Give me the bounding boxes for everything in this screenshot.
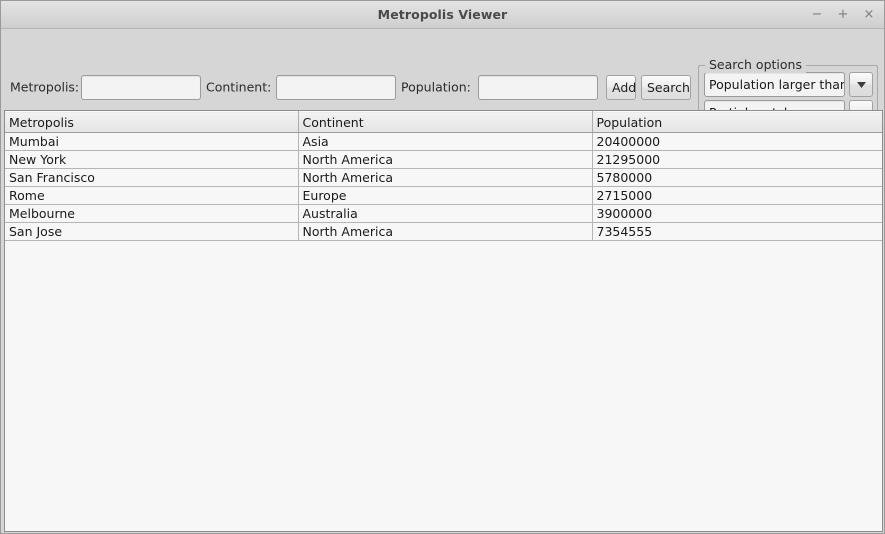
table-cell[interactable]: San Jose	[5, 222, 299, 241]
entry-form-bar: Metropolis: Continent: Population: Add S…	[1, 29, 884, 127]
close-button[interactable]: ×	[862, 7, 876, 23]
table-row[interactable]: Rome Europe 2715000	[5, 186, 882, 205]
table-cell[interactable]: Melbourne	[5, 204, 299, 223]
population-label: Population:	[401, 79, 471, 95]
continent-label: Continent:	[206, 79, 272, 95]
table-row[interactable]: New York North America 21295000	[5, 150, 882, 169]
table-cell[interactable]: North America	[298, 222, 593, 241]
table-row[interactable]: Melbourne Australia 3900000	[5, 204, 882, 223]
chevron-down-icon[interactable]	[849, 72, 873, 97]
table-cell[interactable]: 2715000	[592, 186, 882, 205]
table-cell[interactable]: 5780000	[592, 168, 882, 187]
population-input[interactable]	[478, 75, 598, 100]
table-cell[interactable]: Asia	[298, 132, 593, 151]
column-header-population[interactable]: Population	[592, 111, 882, 133]
column-header-continent[interactable]: Continent	[298, 111, 593, 133]
search-criteria-combobox[interactable]: Population larger than	[704, 72, 873, 97]
add-button[interactable]: Add	[606, 75, 636, 100]
maximize-button[interactable]: +	[836, 7, 850, 23]
table-row[interactable]: Mumbai Asia 20400000	[5, 132, 882, 151]
search-options-group-label: Search options	[705, 57, 806, 73]
table-header-row: Metropolis Continent Population	[5, 111, 882, 133]
table-header: Metropolis Continent Population	[5, 111, 882, 133]
table-cell[interactable]: Rome	[5, 186, 299, 205]
table-cell[interactable]: 3900000	[592, 204, 882, 223]
metropolis-grid: Metropolis Continent Population Mumbai As…	[5, 111, 882, 241]
table-cell[interactable]: San Francisco	[5, 168, 299, 187]
metropolis-label: Metropolis:	[10, 79, 80, 95]
minimize-button[interactable]: −	[810, 7, 824, 23]
table-cell[interactable]: Australia	[298, 204, 593, 223]
search-button[interactable]: Search	[641, 75, 691, 100]
table-cell[interactable]: North America	[298, 150, 593, 169]
table-cell[interactable]: New York	[5, 150, 299, 169]
search-criteria-value[interactable]: Population larger than	[704, 72, 845, 97]
window-title: Metropolis Viewer	[377, 7, 508, 22]
metropolis-input[interactable]	[81, 75, 201, 100]
table-cell[interactable]: 7354555	[592, 222, 882, 241]
application-window: Metropolis Viewer − + × Metropolis: Cont…	[0, 0, 885, 534]
table-row[interactable]: San Francisco North America 5780000	[5, 168, 882, 187]
title-bar: Metropolis Viewer − + ×	[1, 1, 884, 29]
table-cell[interactable]: 21295000	[592, 150, 882, 169]
window-controls: − + ×	[810, 1, 876, 28]
table-cell[interactable]: Mumbai	[5, 132, 299, 151]
table-body: Mumbai Asia 20400000 New York North America 2…	[5, 132, 882, 241]
column-header-metropolis[interactable]: Metropolis	[5, 111, 299, 133]
table-row[interactable]: San Jose North America 7354555	[5, 222, 882, 241]
metropolis-table[interactable]: Metropolis Continent Population Mumbai As…	[4, 110, 883, 532]
table-cell[interactable]: 20400000	[592, 132, 882, 151]
continent-input[interactable]	[276, 75, 396, 100]
table-cell[interactable]: Europe	[298, 186, 593, 205]
table-cell[interactable]: North America	[298, 168, 593, 187]
